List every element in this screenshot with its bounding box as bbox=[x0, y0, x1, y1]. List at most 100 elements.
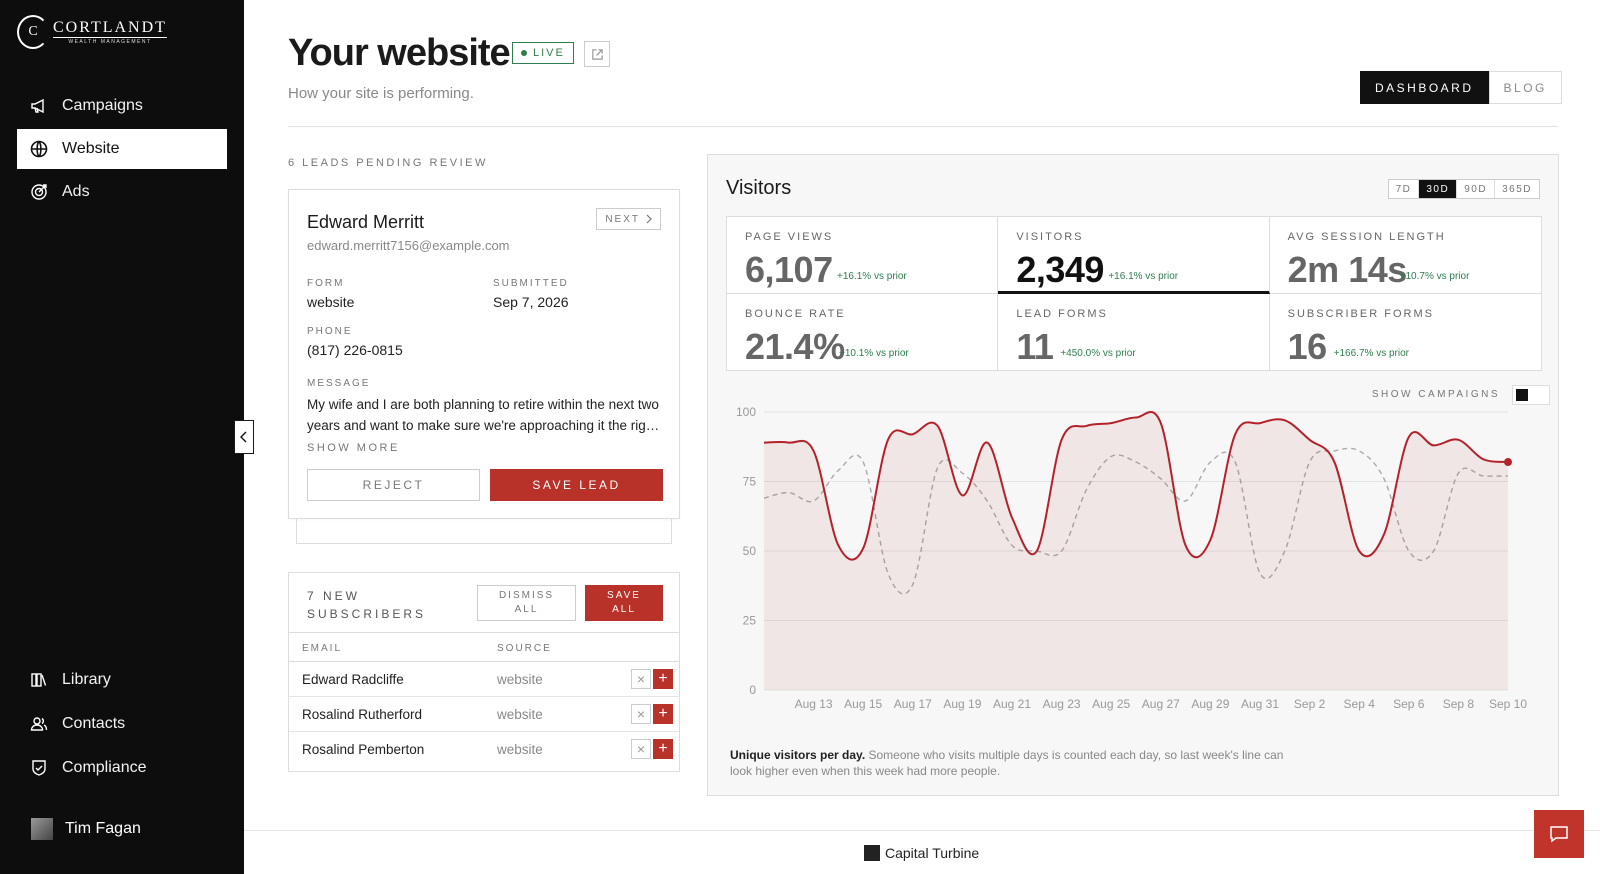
x-tick-label: Aug 23 bbox=[1043, 697, 1081, 711]
metric-visitors[interactable]: VISITORS 2,349 +16.1% vs prior bbox=[998, 217, 1270, 294]
lead-card: Edward Merritt edward.merritt7156@exampl… bbox=[288, 189, 680, 519]
lead-email: edward.merritt7156@example.com bbox=[307, 238, 510, 253]
range-365d[interactable]: 365D bbox=[1494, 180, 1539, 198]
brand-logo[interactable]: C Cortlandt Wealth Management bbox=[17, 15, 167, 49]
visitors-chart: 0 25 50 75 100 Aug 13 Aug 15 Aug 17 Aug 19 Aug 21… bbox=[736, 405, 1527, 711]
x-tick-label: Aug 31 bbox=[1241, 697, 1279, 711]
collapse-sidebar-button[interactable] bbox=[234, 420, 254, 454]
sidebar-item-contacts[interactable]: Contacts bbox=[17, 704, 227, 744]
metric-delta: −10.1% vs prior bbox=[839, 347, 909, 359]
tab-dashboard[interactable]: DASHBOARD bbox=[1360, 71, 1489, 104]
range-7d[interactable]: 7D bbox=[1389, 180, 1419, 198]
show-campaigns-label: SHOW CAMPAIGNS bbox=[1371, 389, 1500, 400]
x-tick-label: Aug 27 bbox=[1142, 697, 1180, 711]
subscriber-name: Rosalind Pemberton bbox=[302, 742, 425, 757]
metric-delta: +10.7% vs prior bbox=[1399, 271, 1470, 282]
series-area bbox=[764, 411, 1508, 690]
user-profile[interactable]: Tim Fagan bbox=[31, 818, 141, 840]
chevron-right-icon bbox=[646, 214, 652, 224]
add-subscriber-button[interactable]: + bbox=[653, 669, 673, 689]
x-tick-label: Sep 6 bbox=[1393, 697, 1425, 711]
metric-label: AVG SESSION LENGTH bbox=[1287, 231, 1446, 243]
lead-name: Edward Merritt bbox=[307, 212, 425, 232]
chat-icon bbox=[1550, 826, 1568, 843]
metric-delta: +450.0% vs prior bbox=[1060, 347, 1136, 359]
brand-tagline: Wealth Management bbox=[53, 36, 167, 45]
x-tick-label: Sep 2 bbox=[1294, 697, 1326, 711]
save-lead-button[interactable]: SAVE LEAD bbox=[490, 469, 663, 501]
x-tick-label: Aug 19 bbox=[943, 697, 981, 711]
sidebar-item-website[interactable]: Website bbox=[17, 129, 227, 169]
submitted-value: Sep 7, 2026 bbox=[493, 294, 569, 310]
metric-page-views[interactable]: PAGE VIEWS 6,107 +16.1% vs prior bbox=[727, 217, 999, 294]
metric-value: 16 bbox=[1287, 325, 1328, 367]
sidebar-item-campaigns[interactable]: Campaigns bbox=[17, 86, 227, 126]
open-site-button[interactable] bbox=[584, 41, 610, 67]
footer-divider bbox=[244, 830, 1600, 831]
reject-button[interactable]: REJECT bbox=[307, 469, 480, 501]
dismiss-all-button[interactable]: DISMISS ALL bbox=[477, 585, 576, 621]
metric-avg-session-length[interactable]: AVG SESSION LENGTH 2m 14s +10.7% vs prio… bbox=[1269, 217, 1541, 294]
contacts-icon bbox=[30, 717, 48, 731]
range-30d[interactable]: 30D bbox=[1418, 180, 1457, 198]
x-tick-label: Aug 25 bbox=[1092, 697, 1130, 711]
sidebar-item-library[interactable]: Library bbox=[17, 660, 227, 700]
page-title: Your website bbox=[288, 32, 511, 74]
range-90d[interactable]: 90D bbox=[1456, 180, 1494, 198]
sidebar-item-compliance[interactable]: Compliance bbox=[17, 748, 227, 788]
metric-bounce-rate[interactable]: BOUNCE RATE 21.4% −10.1% vs prior bbox=[727, 293, 999, 370]
sidebar-item-ads[interactable]: Ads bbox=[17, 172, 227, 212]
dismiss-subscriber-button[interactable]: × bbox=[631, 739, 651, 759]
dismiss-subscriber-button[interactable]: × bbox=[631, 669, 651, 689]
metric-label: BOUNCE RATE bbox=[745, 307, 846, 320]
leads-section-label: 6 LEADS PENDING REVIEW bbox=[288, 157, 488, 169]
submitted-label: SUBMITTED bbox=[493, 278, 569, 289]
column-header-email: EMAIL bbox=[302, 643, 343, 654]
sidebar-item-label: Campaigns bbox=[62, 97, 143, 114]
visitors-title: Visitors bbox=[726, 177, 792, 199]
next-lead-button[interactable]: NEXT bbox=[596, 208, 661, 230]
metric-subscriber-forms[interactable]: SUBSCRIBER FORMS 16 +166.7% vs prior bbox=[1270, 294, 1541, 371]
subscribers-title: 7 NEW SUBSCRIBERS bbox=[307, 589, 427, 621]
capital-turbine-logo-icon bbox=[864, 845, 880, 861]
avatar bbox=[31, 818, 53, 840]
tab-blog[interactable]: BLOG bbox=[1488, 71, 1562, 104]
live-label: LIVE bbox=[533, 47, 565, 59]
plus-icon: + bbox=[658, 670, 668, 687]
metric-label: LEAD FORMS bbox=[1016, 307, 1108, 320]
table-row: Edward Radcliffe website × + bbox=[289, 662, 679, 697]
lead-message: My wife and I are both planning to retir… bbox=[307, 397, 660, 433]
metric-value: 2m 14s bbox=[1287, 249, 1408, 290]
y-tick-label: 75 bbox=[743, 475, 757, 489]
dismiss-subscriber-button[interactable]: × bbox=[631, 704, 651, 724]
x-tick-label: Aug 13 bbox=[795, 697, 833, 711]
footer-brand[interactable]: Capital Turbine bbox=[864, 845, 979, 861]
form-value: website bbox=[307, 294, 355, 310]
y-tick-label: 0 bbox=[749, 683, 756, 697]
footer-brand-name: Capital Turbine bbox=[885, 845, 980, 861]
plus-icon: + bbox=[658, 740, 668, 757]
globe-icon bbox=[30, 140, 48, 158]
save-all-button[interactable]: SAVE ALL bbox=[585, 585, 663, 621]
x-tick-label: Aug 29 bbox=[1191, 697, 1229, 711]
subscribers-table-header: EMAIL SOURCE bbox=[289, 632, 679, 662]
sidebar-item-label: Contacts bbox=[62, 715, 126, 732]
live-dot-icon bbox=[521, 50, 527, 56]
metric-delta: +16.1% vs prior bbox=[1108, 271, 1179, 282]
x-tick-label: Sep 10 bbox=[1489, 697, 1527, 711]
show-more-link[interactable]: SHOW MORE bbox=[307, 442, 400, 454]
header-divider bbox=[288, 126, 1558, 127]
metric-value: 6,107 bbox=[745, 249, 833, 290]
chat-button[interactable] bbox=[1534, 810, 1584, 858]
megaphone-icon bbox=[31, 98, 44, 114]
x-tick-label: Aug 15 bbox=[844, 697, 882, 711]
metric-lead-forms[interactable]: LEAD FORMS 11 +450.0% vs prior bbox=[998, 293, 1270, 370]
x-tick-label: Sep 8 bbox=[1443, 697, 1475, 711]
add-subscriber-button[interactable]: + bbox=[653, 704, 673, 724]
next-label: NEXT bbox=[605, 213, 640, 225]
sidebar-item-label: Website bbox=[62, 140, 120, 157]
y-tick-label: 25 bbox=[743, 614, 757, 628]
metric-label: VISITORS bbox=[1016, 231, 1084, 243]
add-subscriber-button[interactable]: + bbox=[653, 739, 673, 759]
metric-value: 2,349 bbox=[1016, 249, 1104, 290]
